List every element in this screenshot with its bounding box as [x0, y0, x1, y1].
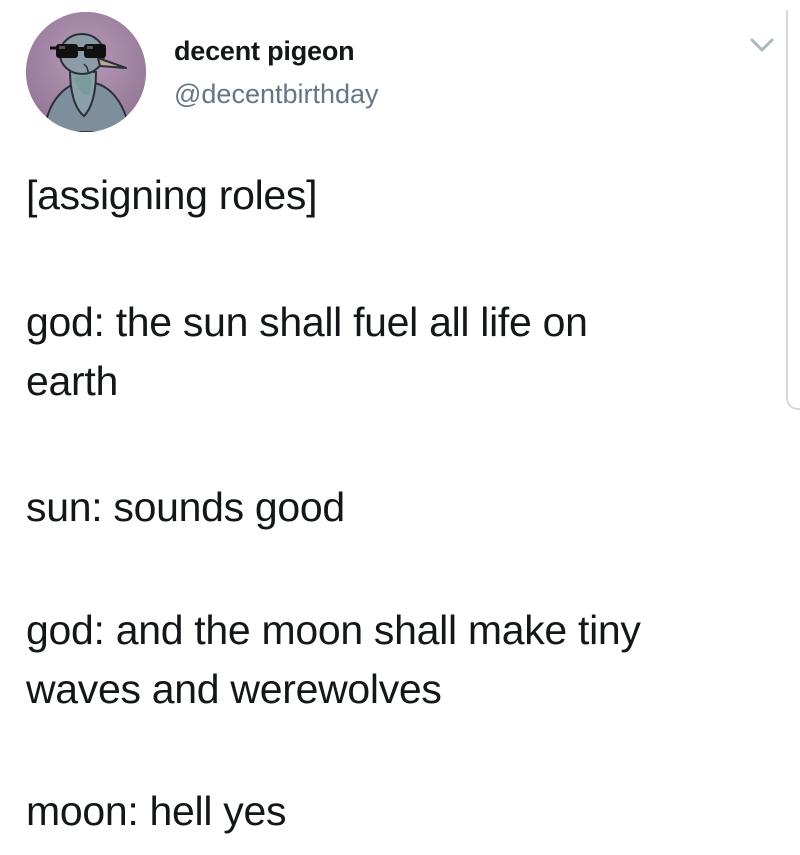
avatar[interactable] [26, 12, 146, 132]
display-name[interactable]: decent pigeon [174, 36, 355, 67]
scroll-edge [786, 10, 800, 410]
user-handle[interactable]: @decentbirthday [174, 79, 379, 110]
tweet-line: earth [26, 358, 118, 404]
tweet-line: god: and the moon shall make tiny [26, 607, 641, 653]
tweet-header: decent pigeon @decentbirthday [0, 0, 800, 150]
tweet-line: waves and werewolves [26, 666, 442, 712]
chevron-down-icon[interactable] [748, 34, 776, 56]
tweet-line: moon: hell yes [26, 788, 287, 834]
tweet-line: [assigning roles] [26, 172, 318, 218]
pigeon-avatar-icon [26, 12, 146, 132]
tweet-line: sun: sounds good [26, 484, 345, 530]
tweet-line: god: the sun shall fuel all life on [26, 299, 588, 345]
